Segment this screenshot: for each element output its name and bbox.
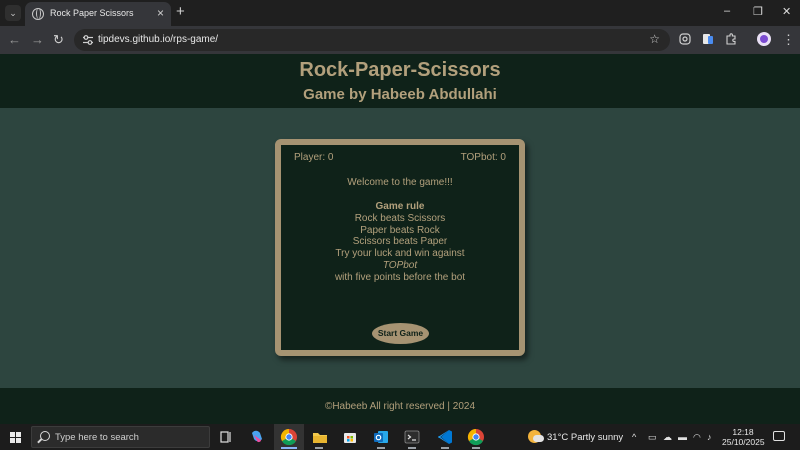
tray-overflow-icon[interactable]: ^ (632, 432, 636, 442)
rule-line: Paper beats Rock (360, 224, 440, 236)
rule-line: with five points before the bot (334, 271, 466, 283)
site-info-icon[interactable] (82, 34, 94, 46)
player-score: Player: 0 (294, 152, 334, 163)
url-text[interactable]: tipdevs.github.io/rps-game/ (98, 34, 218, 45)
minimize-button[interactable]: – (724, 5, 730, 17)
tab-title: Rock Paper Scissors (50, 8, 134, 18)
chrome-icon[interactable] (280, 428, 298, 446)
bookmark-star-icon[interactable]: ☆ (649, 32, 660, 46)
game-rules: Game rule Rock beats Scissors Paper beat… (281, 201, 519, 284)
clock-time: 12:18 (732, 427, 754, 437)
address-bar[interactable]: tipdevs.github.io/rps-game/ ☆ (74, 29, 670, 51)
rule-title: Game rule (375, 201, 425, 212)
running-indicator (408, 447, 416, 449)
taskbar-clock[interactable]: 12:18 25/10/2025 (722, 427, 765, 447)
meet-now-icon[interactable]: ▭ (648, 432, 657, 443)
chrome-profile-icon[interactable] (467, 428, 485, 446)
file-explorer-icon[interactable] (311, 428, 329, 446)
extensions-puzzle-icon[interactable] (725, 33, 737, 45)
windows-start-icon[interactable] (10, 432, 21, 443)
browser-menu-icon[interactable]: ⋮ (782, 32, 795, 48)
taskbar: Type here to search 31°C Partly sunny ^ … (0, 424, 800, 450)
restore-button[interactable]: ❐ (753, 5, 763, 18)
back-button[interactable]: ← (8, 32, 21, 48)
rule-line: Scissors beats Paper (352, 236, 448, 248)
close-window-button[interactable]: ✕ (782, 5, 791, 18)
outlook-icon[interactable] (372, 428, 390, 446)
browser-tab[interactable]: Rock Paper Scissors × (25, 2, 171, 26)
browser-toolbar: ← → ↻ tipdevs.github.io/rps-game/ ☆ ⋮ (0, 26, 800, 54)
microsoft-store-icon[interactable] (341, 428, 359, 446)
page-title: Rock-Paper-Scissors (299, 59, 501, 81)
forward-button[interactable]: → (31, 32, 44, 48)
browser-tabstrip: ⌄ Rock Paper Scissors × + – ❐ ✕ (0, 0, 800, 26)
rule-line: Try your luck and win against (335, 248, 465, 260)
vscode-icon[interactable] (436, 428, 454, 446)
extension-icon[interactable] (702, 33, 714, 45)
game-board: Player: 0 TOPbot: 0 Welcome to the game!… (275, 139, 525, 356)
running-indicator (441, 447, 449, 449)
copilot-icon[interactable] (248, 428, 266, 446)
active-app-indicator (281, 447, 297, 449)
page-footer: ©Habeeb All right reserved | 2024 (0, 388, 800, 424)
bot-name: TOPbot (382, 259, 418, 271)
footer-copyright: ©Habeeb All right reserved | 2024 (324, 401, 476, 412)
task-view-icon[interactable] (217, 428, 235, 446)
web-page: Rock-Paper-Scissors Game by Habeeb Abdul… (0, 54, 800, 424)
clock-date: 25/10/2025 (722, 437, 765, 447)
wifi-icon[interactable]: ◠ (693, 432, 701, 443)
start-game-button[interactable]: Start Game (372, 323, 429, 344)
taskbar-search-input[interactable]: Type here to search (31, 426, 210, 448)
weather-cloud-icon (533, 435, 544, 442)
notifications-icon[interactable] (773, 431, 785, 441)
profile-avatar-icon[interactable] (757, 32, 771, 46)
page-header: Rock-Paper-Scissors Game by Habeeb Abdul… (0, 54, 800, 108)
search-placeholder: Type here to search (55, 432, 139, 443)
running-indicator (315, 447, 323, 449)
battery-icon[interactable]: ▬ (678, 432, 687, 442)
rule-line: Rock beats Scissors (354, 212, 446, 224)
welcome-message: Welcome to the game!!! (347, 177, 453, 188)
google-lens-icon[interactable] (679, 33, 691, 45)
tab-close-icon[interactable]: × (157, 6, 164, 20)
globe-icon (32, 8, 44, 20)
search-icon (40, 431, 50, 441)
bot-score: TOPbot: 0 (460, 152, 506, 163)
onedrive-icon[interactable]: ☁ (663, 432, 672, 443)
running-indicator (377, 447, 385, 449)
volume-icon[interactable]: ♪ (707, 432, 712, 442)
new-tab-button[interactable]: + (176, 4, 185, 20)
tab-search-menu-icon[interactable]: ⌄ (5, 5, 21, 21)
reload-button[interactable]: ↻ (53, 32, 64, 48)
page-subtitle: Game by Habeeb Abdullahi (303, 86, 497, 103)
weather-text[interactable]: 31°C Partly sunny (547, 432, 623, 443)
running-indicator (472, 447, 480, 449)
terminal-icon[interactable] (403, 428, 421, 446)
